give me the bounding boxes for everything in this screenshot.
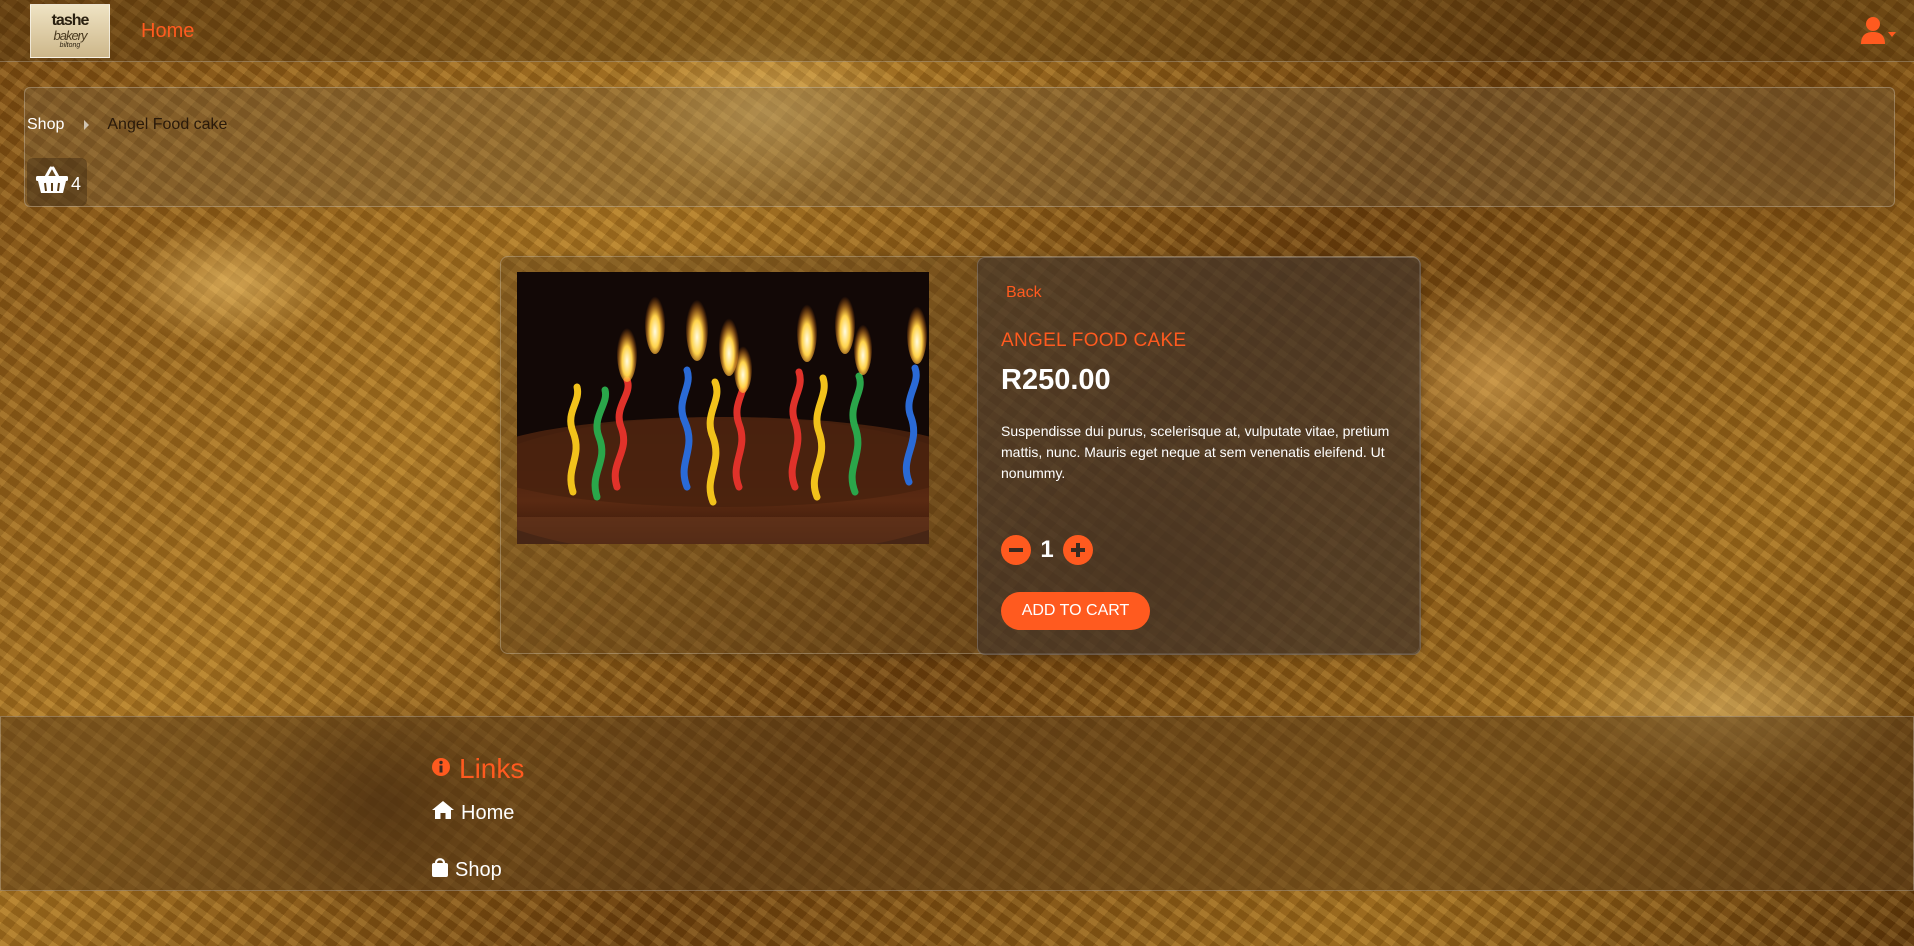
user-icon — [1860, 16, 1886, 49]
footer-home-label: Home — [461, 801, 515, 824]
add-to-cart-button[interactable]: ADD TO CART — [1001, 592, 1150, 630]
info-icon — [431, 757, 451, 782]
product-price: R250.00 — [1001, 364, 1111, 396]
plus-icon — [1071, 543, 1085, 557]
back-link[interactable]: Back — [1006, 284, 1042, 302]
decrease-quantity-button[interactable] — [1001, 535, 1031, 565]
brand-logo[interactable]: tashe bakery biltong — [30, 4, 110, 58]
breadcrumb-shop-link[interactable]: Shop — [27, 116, 64, 134]
logo-text-line2: bakery — [53, 28, 87, 43]
home-icon — [431, 800, 455, 826]
basket-icon — [35, 166, 69, 199]
cart-count: 4 — [71, 173, 82, 194]
footer-shop-label: Shop — [455, 858, 502, 881]
footer: Links Home Shop — [0, 716, 1914, 891]
quantity-value: 1 — [1040, 536, 1054, 563]
breadcrumb-separator-icon — [84, 120, 90, 130]
cart-button[interactable]: 4 — [27, 158, 87, 206]
footer-links-heading: Links — [431, 753, 524, 785]
product-image — [517, 272, 929, 544]
minus-icon — [1009, 548, 1023, 552]
footer-home-link[interactable]: Home — [431, 800, 514, 826]
chevron-down-icon — [1888, 32, 1896, 37]
product-card: Back ANGEL FOOD CAKE R250.00 Suspendisse… — [500, 256, 1421, 655]
product-info-panel: Back ANGEL FOOD CAKE R250.00 Suspendisse… — [977, 257, 1421, 655]
footer-shop-link[interactable]: Shop — [431, 856, 502, 884]
shopping-bag-icon — [431, 856, 449, 884]
product-description: Suspendisse dui purus, scelerisque at, v… — [1001, 423, 1390, 481]
logo-text-line3: biltong — [59, 42, 81, 49]
quantity-stepper: 1 — [1001, 535, 1093, 565]
user-menu-toggle[interactable] — [1860, 16, 1896, 49]
breadcrumb-card: Shop Angel Food cake 4 — [24, 87, 1895, 207]
product-name: ANGEL FOOD CAKE — [1001, 330, 1187, 351]
breadcrumb: Shop Angel Food cake — [27, 116, 227, 134]
increase-quantity-button[interactable] — [1063, 535, 1093, 565]
breadcrumb-current: Angel Food cake — [107, 116, 228, 133]
navbar: tashe bakery biltong Home — [0, 0, 1914, 62]
footer-links-title: Links — [459, 753, 525, 784]
logo-text-line1: tashe — [51, 12, 90, 29]
nav-home-link[interactable]: Home — [141, 20, 194, 43]
